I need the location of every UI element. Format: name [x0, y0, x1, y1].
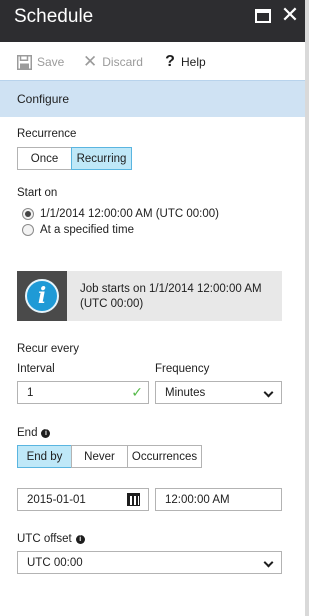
close-icon[interactable]: ✕ [280, 3, 300, 27]
end-label: End [17, 427, 38, 439]
discard-icon: ✕ [83, 52, 98, 71]
utc-offset-value: UTC 00:00 [27, 556, 83, 569]
recurrence-recurring-button[interactable]: Recurring [71, 147, 132, 170]
end-never-button[interactable]: Never [71, 445, 128, 468]
frequency-value: Minutes [165, 386, 206, 399]
configure-label: Configure [17, 92, 70, 106]
start-on-option-default-label: 1/1/2014 12:00:00 AM (UTC 00:00) [40, 208, 219, 220]
start-on-option-specified-label: At a specified time [40, 224, 134, 236]
start-on-option-default[interactable]: 1/1/2014 12:00:00 AM (UTC 00:00) [22, 206, 219, 222]
end-date-value: 2015-01-01 [27, 493, 86, 506]
save-icon [17, 54, 32, 70]
title-bar: Schedule ✕ [0, 0, 305, 42]
end-date-input[interactable]: 2015-01-01 [17, 488, 149, 511]
info-message: Job starts on 1/1/2014 12:00:00 AM (UTC … [80, 283, 262, 310]
utc-offset-label: UTC offset [17, 533, 72, 545]
frequency-select[interactable]: Minutes [155, 381, 282, 404]
end-time-input[interactable]: 12:00:00 AM [155, 488, 282, 511]
save-button[interactable]: Save [17, 53, 64, 71]
maximize-icon[interactable] [255, 9, 271, 23]
scrollbar[interactable] [305, 0, 309, 616]
utc-offset-select[interactable]: UTC 00:00 [17, 551, 282, 574]
chevron-down-icon [263, 387, 274, 398]
interval-input[interactable]: 1 ✓ [17, 381, 149, 404]
info-icon[interactable]: i [41, 429, 51, 438]
frequency-label: Frequency [155, 363, 210, 375]
checkmark-icon: ✓ [131, 384, 143, 400]
end-occurrences-button[interactable]: Occurrences [127, 445, 202, 468]
command-bar: Save ✕ Discard ? Help [0, 42, 305, 80]
info-box: i Job starts on 1/1/2014 12:00:00 AM (UT… [17, 271, 282, 321]
schedule-blade: Schedule ✕ Save ✕ Discard ? Help Configu… [0, 0, 305, 616]
radio-checked[interactable] [22, 208, 34, 220]
radio-unchecked[interactable] [22, 224, 34, 236]
help-label: Help [181, 55, 206, 69]
end-time-value: 12:00:00 AM [165, 493, 230, 506]
end-by-button[interactable]: End by [17, 445, 72, 468]
help-button[interactable]: ? Help [164, 53, 206, 71]
discard-label: Discard [102, 55, 143, 69]
blade-title: Schedule [14, 6, 94, 27]
interval-value: 1 [27, 386, 34, 399]
help-icon: ? [165, 53, 175, 70]
start-on-option-specified[interactable]: At a specified time [22, 222, 134, 238]
save-label: Save [37, 55, 65, 69]
recur-every-label: Recur every [17, 343, 79, 355]
info-icon: i [25, 279, 59, 313]
interval-label: Interval [17, 363, 55, 375]
configure-section-header[interactable]: Configure [0, 80, 305, 117]
chevron-down-icon [263, 557, 274, 568]
recurrence-label: Recurrence [17, 128, 77, 140]
info-icon-container: i [17, 271, 67, 321]
calendar-icon[interactable] [127, 493, 140, 506]
discard-button[interactable]: ✕ Discard [83, 52, 143, 71]
start-on-label: Start on [17, 187, 58, 199]
recurrence-once-button[interactable]: Once [17, 147, 72, 170]
end-label-row: End i [17, 427, 51, 439]
utc-offset-label-row: UTC offset i [17, 533, 85, 545]
info-icon[interactable]: i [75, 535, 85, 544]
